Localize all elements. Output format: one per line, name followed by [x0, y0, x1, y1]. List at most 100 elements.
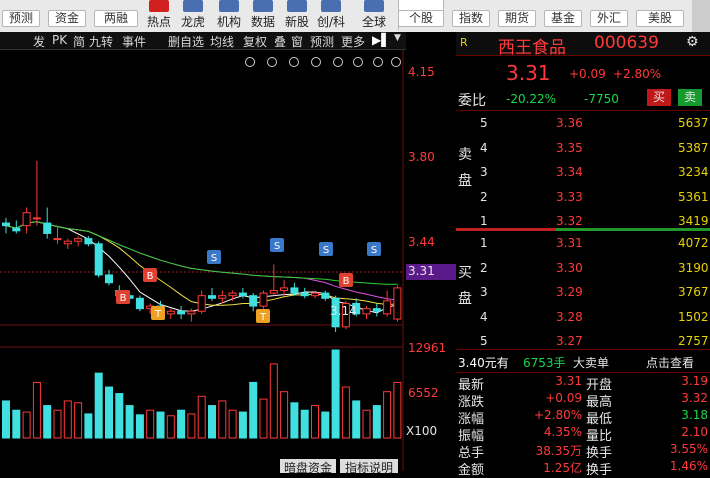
- dropdown-icon[interactable]: ▼: [394, 33, 401, 43]
- sell-button[interactable]: 卖: [678, 89, 702, 106]
- tool-pk[interactable]: PK: [52, 33, 67, 47]
- level-number: 3: [480, 165, 488, 179]
- volume-bar: [218, 400, 227, 439]
- level-price: 3.32: [556, 214, 583, 228]
- candle: [290, 287, 299, 294]
- icon-label: 龙虎: [180, 15, 205, 29]
- big-order-link[interactable]: 点击查看: [646, 354, 694, 371]
- institution-icon[interactable]: 机构: [211, 0, 247, 32]
- weibi-pct: -20.22%: [506, 92, 557, 106]
- futures-button[interactable]: 期货: [498, 10, 536, 27]
- icon-label: 数据: [250, 15, 275, 29]
- signal-marker-text: S: [274, 241, 280, 252]
- forex-button[interactable]: 外汇: [590, 10, 628, 27]
- candle: [208, 295, 216, 299]
- candle: [135, 297, 144, 310]
- level-volume: 5637: [678, 116, 709, 130]
- hot-icon[interactable]: 热点: [141, 0, 177, 32]
- tool-predict[interactable]: 预测: [310, 33, 334, 50]
- level-volume: 5387: [678, 140, 709, 155]
- tool-overlay[interactable]: 叠: [274, 33, 286, 50]
- quote-value-2: 3.19: [681, 374, 708, 388]
- candle: [269, 289, 278, 294]
- volume-bar: [177, 409, 186, 439]
- tool-simple[interactable]: 简: [73, 33, 85, 50]
- quote-value: +0.09: [545, 391, 582, 405]
- candle: [166, 310, 175, 315]
- tool-ma[interactable]: 均线: [210, 33, 234, 50]
- tool-fa[interactable]: 发: [33, 33, 45, 50]
- tool-nine[interactable]: 九转: [89, 33, 113, 50]
- index-button[interactable]: 指数: [452, 10, 490, 27]
- volume-bar: [372, 405, 381, 439]
- candle: [53, 238, 62, 241]
- level-price: 3.33: [556, 189, 583, 204]
- level-number: 2: [480, 189, 488, 204]
- volume-bar: [84, 413, 93, 439]
- level-number: 4: [480, 309, 488, 324]
- signal-marker-text: T: [259, 312, 267, 323]
- candle: [228, 292, 237, 297]
- settings-icon[interactable]: ⚙: [686, 34, 699, 50]
- tool-event[interactable]: 事件: [122, 33, 146, 50]
- volume-bar: [32, 381, 41, 439]
- volume-bar: [341, 386, 350, 439]
- volume-bar: [259, 398, 268, 439]
- candle: [300, 292, 309, 297]
- volume-bar: [290, 402, 299, 439]
- funds-button[interactable]: 资金: [48, 10, 86, 27]
- dragon-icon[interactable]: 龙虎: [175, 0, 211, 32]
- signal-marker-text: B: [343, 276, 350, 287]
- signal-marker-text: T: [154, 309, 162, 320]
- level-number: 3: [480, 285, 488, 299]
- volume-bar: [362, 409, 371, 439]
- quote-value-2: 3.32: [681, 391, 708, 405]
- quote-value: +2.80%: [534, 408, 583, 422]
- forecast-button[interactable]: 预测: [2, 10, 40, 27]
- innovation-icon[interactable]: 创/科: [313, 0, 349, 32]
- bid-side-label: 买盘: [458, 265, 472, 307]
- vol-unit: X100: [406, 424, 438, 438]
- icon-label: 机构: [216, 15, 241, 29]
- quote-value-2: 3.18: [681, 408, 708, 422]
- volume-bar: [352, 400, 361, 439]
- current-price: 3.31: [506, 61, 551, 85]
- icon-label: 创/科: [316, 15, 346, 29]
- stock-button[interactable]: 个股: [398, 10, 444, 27]
- buy-button[interactable]: 买: [647, 89, 671, 106]
- tool-adjust[interactable]: 复权: [243, 33, 267, 50]
- tool-more[interactable]: 更多: [341, 33, 365, 50]
- icon-label: 热点: [146, 15, 171, 29]
- volume-bar: [311, 405, 319, 439]
- candle: [372, 308, 381, 312]
- volume-bar: [53, 409, 62, 439]
- data-icon[interactable]: 数据: [245, 0, 281, 32]
- fund-button[interactable]: 基金: [544, 10, 582, 27]
- quote-value: 3.31: [555, 374, 582, 388]
- stock-code: 000639: [594, 33, 659, 53]
- candle: [12, 227, 21, 232]
- candle: [259, 292, 268, 307]
- vol-tick-mid: 6552: [408, 386, 439, 400]
- collapse-icon[interactable]: ▶▌: [372, 33, 390, 47]
- volume-bar: [2, 400, 10, 439]
- quote-value: 4.35%: [543, 425, 582, 439]
- volume-bar: [321, 411, 330, 439]
- volume-bar: [43, 405, 52, 439]
- signal-marker-text: S: [211, 253, 217, 264]
- volume-bar: [249, 381, 258, 439]
- level-price: 3.27: [556, 334, 583, 348]
- new-stock-icon[interactable]: 新股: [279, 0, 315, 32]
- candle: [311, 292, 319, 297]
- volume-bar: [331, 349, 340, 439]
- us-stock-button[interactable]: 美股: [636, 10, 684, 27]
- candle: [63, 240, 72, 245]
- tool-delete-watch[interactable]: 删自选: [168, 33, 204, 50]
- margin-button[interactable]: 两融: [94, 10, 138, 27]
- level-volume: 3234: [678, 165, 709, 179]
- global-icon[interactable]: 全球: [356, 0, 392, 32]
- weibi-diff: -7750: [584, 92, 619, 106]
- tool-window[interactable]: 窗: [291, 33, 303, 50]
- scroll-right[interactable]: [692, 0, 710, 32]
- kline-chart[interactable]: B B B S S S S T T: [0, 50, 406, 471]
